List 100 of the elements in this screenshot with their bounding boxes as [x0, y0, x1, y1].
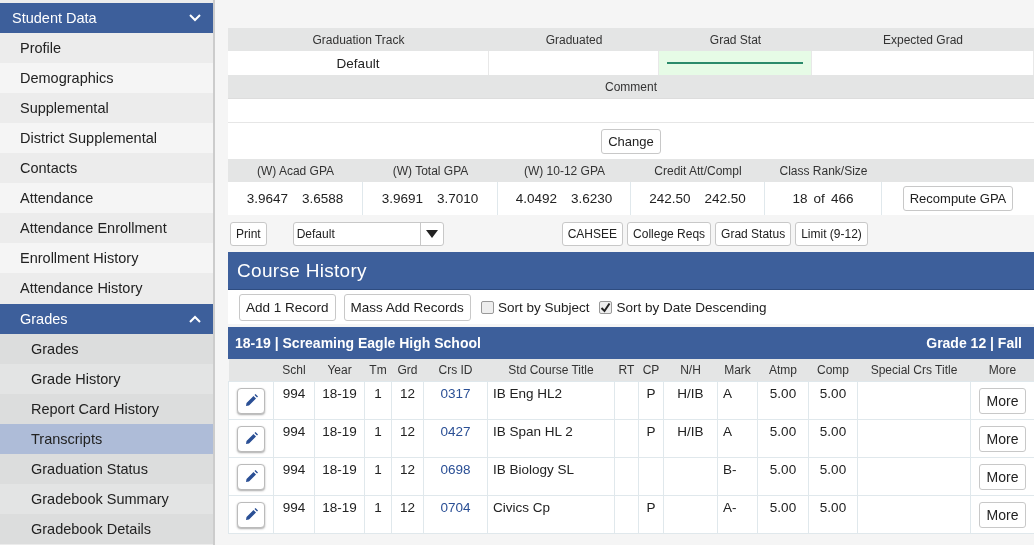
sidebar-group-label: Grades [20, 311, 68, 327]
more-button[interactable]: More [978, 464, 1027, 490]
edit-button[interactable] [237, 388, 265, 414]
edit-button[interactable] [237, 502, 265, 528]
table-cell: 994 [282, 386, 306, 401]
sidebar-item[interactable]: Transcripts [0, 424, 213, 454]
column-header: Grad Stat [659, 28, 812, 51]
table-cell: 5.00 [769, 462, 797, 477]
table-cell: P [646, 424, 656, 439]
table-cell: H/IB [677, 386, 704, 401]
column-header: RT [614, 359, 639, 382]
sidebar-item[interactable]: Grades [0, 334, 213, 364]
table-cell: A [723, 424, 732, 439]
course-id-link[interactable]: 0427 [440, 424, 471, 439]
column-header: Mark [717, 359, 758, 382]
chevron-icon[interactable] [189, 315, 201, 323]
column-header: N/H [663, 359, 718, 382]
checkbox-label: Sort by Subject [497, 299, 590, 315]
recompute-gpa-button[interactable]: Recompute GPA [902, 186, 1014, 211]
table-cell: 18-19 [322, 386, 357, 401]
checkbox[interactable] [480, 300, 494, 314]
grad-stat-field[interactable] [659, 51, 812, 75]
checkbox[interactable] [599, 300, 613, 314]
column-header: Std Course Title [487, 359, 615, 382]
pencil-icon [244, 508, 258, 522]
pencil-icon [244, 470, 258, 484]
table-cell: 18-19 [322, 424, 357, 439]
table-cell: 1 [374, 500, 382, 515]
section-title: Course History [228, 252, 1034, 290]
sidebar-item[interactable]: Grade History [0, 364, 213, 394]
table-cell: IB Span HL 2 [493, 424, 573, 439]
table-cell: 994 [282, 500, 306, 515]
column-header: Atmp [757, 359, 809, 382]
column-header: Credit Att/Compl [631, 159, 765, 182]
table-cell: 994 [282, 462, 306, 477]
table-cell: 5.00 [819, 424, 847, 439]
record-button[interactable]: Mass Add Records [343, 293, 471, 321]
table-cell: 18-19 [322, 500, 357, 515]
field-value: Default [336, 55, 380, 71]
toolbar-button[interactable]: CAHSEE [561, 222, 624, 246]
more-button[interactable]: More [978, 426, 1027, 452]
column-header: Tm [364, 359, 392, 382]
table-cell: 12 [400, 386, 415, 401]
table-cell: 5.00 [819, 386, 847, 401]
sidebar-item[interactable]: Gradebook Summary [0, 484, 213, 514]
column-header: Class Rank/Size [765, 159, 882, 182]
comment-field[interactable] [228, 98, 1034, 122]
course-id-link[interactable]: 0698 [440, 462, 471, 477]
column-header: Crs ID [423, 359, 488, 382]
table-cell: 1 [374, 462, 382, 477]
gpa-value: 18 [792, 191, 808, 206]
more-button[interactable]: More [978, 388, 1027, 414]
gpa-value: 3.6230 [571, 191, 613, 206]
course-id-link[interactable]: 0317 [440, 386, 471, 401]
table-cell: 1 [374, 424, 382, 439]
column-header: (W) Acad GPA [228, 159, 363, 182]
edit-button[interactable] [237, 426, 265, 452]
grade-term-label: Grade 12 | Fall [926, 335, 1022, 351]
gpa-value: 3.9691 [381, 191, 423, 206]
sidebar-group[interactable]: Grades [0, 304, 213, 334]
edit-button[interactable] [237, 464, 265, 490]
column-header: Graduation Track [228, 28, 489, 51]
record-button[interactable]: Add 1 Record [239, 293, 336, 321]
sidebar-item[interactable]: Gradebook Details [0, 514, 213, 544]
print-button[interactable]: Print [230, 222, 267, 246]
table-cell: A- [723, 500, 737, 515]
sidebar-item[interactable]: District Supplemental [0, 123, 213, 153]
gpa-value: 3.7010 [437, 191, 479, 206]
column-header: (W) 10-12 GPA [498, 159, 631, 182]
sidebar-header[interactable]: Student Data [0, 3, 213, 33]
track-dropdown[interactable]: Default [292, 222, 444, 246]
table-cell: 5.00 [819, 462, 847, 477]
chevron-icon[interactable] [189, 14, 201, 22]
sidebar-item[interactable]: Attendance [0, 183, 213, 213]
change-button[interactable]: Change [601, 128, 661, 154]
table-cell: H/IB [677, 424, 704, 439]
column-header: Comment [228, 75, 1034, 98]
table-cell: A [723, 386, 732, 401]
table-cell: P [646, 500, 656, 515]
course-id-link[interactable]: 0704 [440, 500, 471, 515]
gpa-value: of [813, 191, 825, 206]
column-header: CP [638, 359, 664, 382]
sidebar-item[interactable]: Demographics [0, 63, 213, 93]
gpa-value: 466 [830, 191, 854, 206]
table-cell: 1 [374, 386, 382, 401]
sidebar-item[interactable]: Enrollment History [0, 243, 213, 273]
more-button[interactable]: More [978, 502, 1027, 528]
table-cell: 18-19 [322, 462, 357, 477]
column-header: Schl [273, 359, 315, 382]
column-header: Year [314, 359, 365, 382]
toolbar-button[interactable]: Limit (9-12) [795, 222, 868, 246]
toolbar-button[interactable]: Grad Status [715, 222, 792, 246]
table-cell: 12 [400, 424, 415, 439]
gpa-value: 3.9647 [246, 191, 288, 206]
sidebar-item[interactable]: Report Card History [0, 394, 213, 424]
table-cell: IB Biology SL [493, 462, 575, 477]
table-cell: 994 [282, 424, 306, 439]
toolbar-button[interactable]: College Reqs [627, 222, 712, 246]
sidebar-item[interactable]: Graduation Status [0, 454, 213, 484]
gpa-value: 3.6588 [302, 191, 344, 206]
